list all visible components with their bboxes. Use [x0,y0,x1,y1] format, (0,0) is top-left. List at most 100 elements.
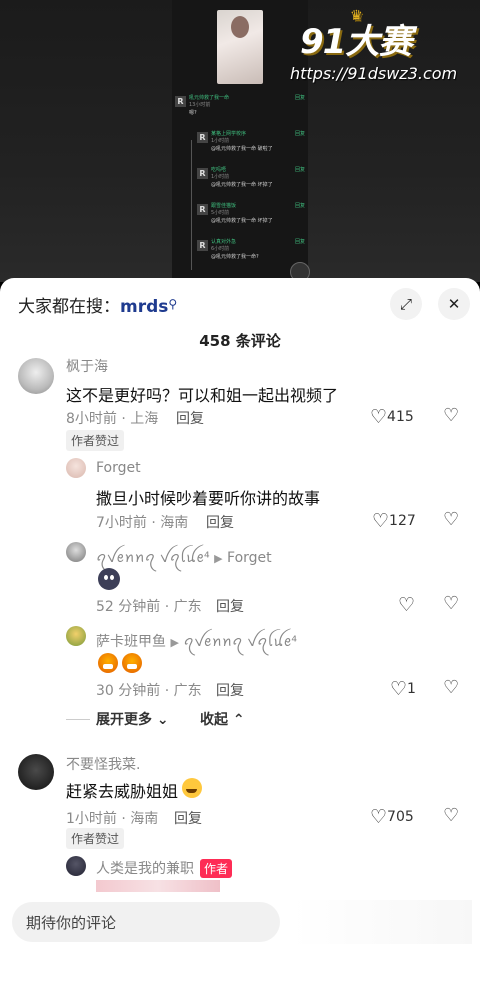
inner-avatar: R [175,96,186,107]
comment-author[interactable]: 枫于海 [66,356,108,376]
like-button[interactable]: ♡705 [370,806,414,828]
inner-comment: R 吃吗唔 1小时前 @吼元帅救了我一命 坏掉了 回复 [175,166,305,194]
inner-text: @吼元帅救了我一命 坏掉了 [211,182,273,188]
watermark-url: https://91dswz3.com [290,64,458,83]
inner-comment: R 认真对外急 6小时前 @吼元帅救了我一命? 回复 [175,238,305,266]
video-area[interactable]: R 吼元帅救了我一命 13小时前 嗯? 回复 R 某格上网学校序 1小时前 @吼… [0,0,480,282]
collapse-label: 收起 [200,712,228,728]
avatar[interactable] [18,754,54,790]
reply-arrow-icon: ▶ [170,636,179,649]
comment-meta: 7小时前 · 海南 [96,515,189,531]
comment-input-placeholder: 期待你的评论 [26,914,117,932]
inner-avatar: R [197,204,208,215]
comment-input-bar: 期待你的评论 [0,892,480,986]
reply-button[interactable]: 回复 [206,512,234,532]
comment-author[interactable]: 不要怪我菜. [66,754,140,774]
expand-label: 展开更多 [96,712,152,728]
close-icon[interactable]: ✕ [438,288,470,320]
inner-reply: 回复 [294,167,305,173]
search-suggestion[interactable]: 大家都在搜：mrds⚲ [18,292,177,317]
dislike-icon[interactable]: ♡ [443,805,459,826]
reply-to-author[interactable]: Forget [227,550,272,566]
inner-reply: 回复 [294,95,305,101]
dislike-icon[interactable]: ♡ [443,405,459,426]
like-button[interactable]: ♡ [398,594,415,616]
search-prefix: 大家都在搜： [18,297,120,317]
heart-icon: ♡ [370,806,388,828]
inner-name: 吃吗唔 [211,167,227,173]
comment-author-line[interactable]: 萨卡班甲鱼 ▶ ꪖꪜꫀꪀꪀꪖ ꪜꪖꪶꪊꫀ⁴ [96,628,297,657]
inner-comment: R 某格上网学校序 1小时前 @吼元帅救了我一命 破啦了 回复 [175,130,305,158]
chevron-up-icon: ⌃ [232,712,245,728]
author-tag: 作者 [200,859,233,878]
inner-reply: 回复 [294,239,305,245]
collapse-button[interactable]: 收起 ⌃ [200,709,245,729]
expand-icon[interactable]: ⤢ [390,288,422,320]
inner-video-thumbnail [217,10,263,84]
comment-meta: 8小时前 · 上海 [66,411,159,427]
like-button[interactable]: ♡415 [370,406,414,428]
comment-text: 赶紧去威胁姐姐 [66,782,179,801]
heart-icon: ♡ [398,594,416,616]
heart-icon: ♡ [390,678,408,700]
heart-icon: ♡ [370,406,388,428]
inner-name: 某格上网学校序 [211,131,247,137]
inner-avatar: R [197,168,208,179]
reply-button[interactable]: 回复 [176,408,204,428]
inner-text: @吼元帅救了我一命 坏掉了 [211,218,273,224]
thread-divider [66,719,90,720]
reply-button[interactable]: 回复 [174,808,202,828]
search-icon: ⚲ [168,297,178,311]
comment-text: 这不是更好吗？可以和姐一起出视频了 [66,386,339,405]
watermark-patch [292,900,472,944]
comment-author[interactable]: ꪖꪜꫀꪀꪀꪖ ꪜꪖꪶꪊꫀ⁴ [96,550,210,566]
avatar[interactable] [66,626,86,646]
avatar[interactable] [66,458,86,478]
inner-name: 跟雪佳猫饭 [211,203,237,209]
reply-arrow-icon: ▶ [214,552,223,565]
like-button[interactable]: ♡1 [390,678,416,700]
like-count: 705 [387,809,414,825]
reply-button[interactable]: 回复 [216,680,244,700]
watermark-logo: ♛ 91大赛 [300,8,470,62]
inner-time: 5小时前 [211,210,230,216]
avatar[interactable] [66,542,86,562]
author-liked-tag: 作者赞过 [66,430,125,451]
comment-author-line[interactable]: ꪖꪜꫀꪀꪀꪖ ꪜꪖꪶꪊꫀ⁴ ▶ Forget [96,544,272,573]
inner-comment-list: R 吼元帅救了我一命 13小时前 嗯? 回复 R 某格上网学校序 1小时前 @吼… [175,94,305,274]
inner-avatar: R [197,240,208,251]
crown-icon: ♛ [350,8,363,24]
dislike-icon[interactable]: ♡ [443,593,459,614]
comment-meta: 30 分钟前 · 广东 [96,683,202,699]
like-count: 1 [407,681,416,697]
inner-text: @吼元帅救了我一命? [211,254,259,260]
dislike-icon[interactable]: ♡ [443,677,459,698]
dislike-icon[interactable]: ♡ [443,509,459,530]
angry-emoji-icon [122,653,142,673]
comment-author[interactable]: Forget [96,460,141,476]
chevron-down-icon: ⌄ [156,712,169,728]
inner-time: 13小时前 [189,102,211,108]
comment-sheet: 大家都在搜：mrds⚲ ⤢ ✕ 458 条评论 枫于海 这不是更好吗？可以和姐一… [0,278,480,986]
reply-to-author[interactable]: ꪖꪜꫀꪀꪀꪖ ꪜꪖꪶꪊꫀ⁴ [183,634,297,650]
inner-text: 嗯? [189,110,197,116]
inner-reply: 回复 [294,203,305,209]
avatar[interactable] [66,856,86,876]
inner-time: 1小时前 [211,174,230,180]
author-liked-tag: 作者赞过 [66,828,125,849]
inner-avatar: R [197,132,208,143]
like-button[interactable]: ♡127 [372,510,416,532]
comment-text: 撒旦小时候吵着要听你讲的故事 [96,489,321,508]
search-term[interactable]: mrds [120,297,168,317]
like-count: 127 [389,513,416,529]
comment-author[interactable]: 人类是我的兼职 [96,858,194,878]
inner-reply: 回复 [294,131,305,137]
emoji-icon [98,568,120,590]
avatar[interactable] [18,358,54,394]
expand-more-button[interactable]: 展开更多 ⌄ [96,709,169,729]
reply-button[interactable]: 回复 [216,596,244,616]
watermark-brand: 91大赛 [300,22,412,62]
inner-time: 6小时前 [211,246,230,252]
inner-comment: R 跟雪佳猫饭 5小时前 @吼元帅救了我一命 坏掉了 回复 [175,202,305,230]
comment-author[interactable]: 萨卡班甲鱼 [96,634,166,650]
